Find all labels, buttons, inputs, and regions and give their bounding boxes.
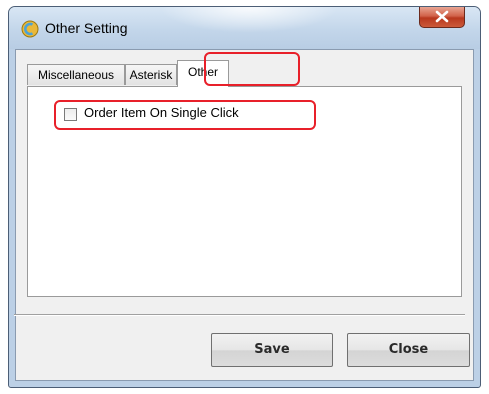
order-single-click-label[interactable]: Order Item On Single Click	[84, 105, 239, 120]
app-logo-icon	[21, 20, 39, 38]
title-bar[interactable]: Other Setting	[9, 7, 480, 49]
button-separator	[14, 314, 465, 316]
close-button[interactable]: Close	[347, 333, 470, 367]
title-bar-gloss	[159, 7, 339, 33]
tab-other[interactable]: Other	[177, 60, 229, 87]
save-button[interactable]: Save	[211, 333, 333, 367]
close-x-icon	[435, 10, 449, 23]
order-single-click-checkbox[interactable]	[64, 108, 77, 121]
tab-asterisk[interactable]: Asterisk	[125, 64, 177, 85]
window-title: Other Setting	[45, 20, 128, 36]
tab-miscellaneous[interactable]: Miscellaneous	[27, 64, 125, 85]
window-close-button[interactable]	[419, 7, 465, 28]
